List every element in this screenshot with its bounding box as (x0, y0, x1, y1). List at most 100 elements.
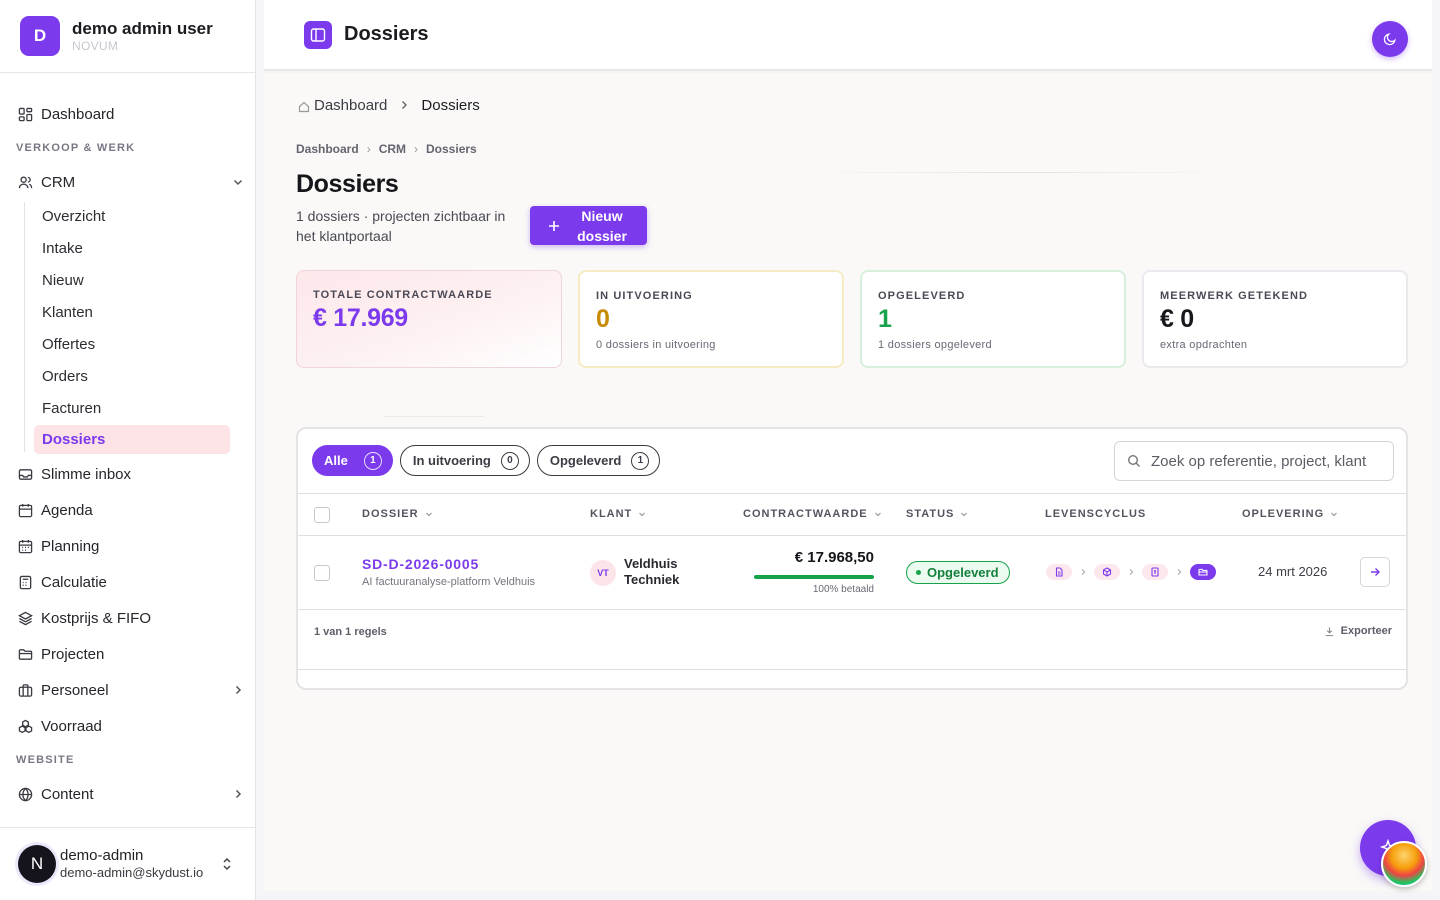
download-icon (1325, 626, 1333, 636)
boxes-icon (17, 718, 33, 734)
kpi-label: IN UITVOERING (596, 290, 693, 302)
breadcrumb-dashboard-link[interactable]: Dashboard (296, 142, 359, 156)
secondary-breadcrumb: Dashboard › CRM › Dossiers (296, 142, 477, 156)
top-bar: Dossiers (264, 0, 1432, 71)
sidebar-toggle-button[interactable] (304, 20, 332, 49)
sidebar-item-label: Voorraad (41, 717, 102, 735)
payment-progress-label: 100% betaald (812, 584, 874, 595)
column-header-klant[interactable]: KLANT (590, 508, 646, 520)
plus-icon (549, 220, 559, 231)
sidebar-item-label: Calculatie (41, 573, 107, 591)
sidebar-item-planning[interactable]: Planning (0, 528, 256, 564)
breadcrumb-separator: › (366, 142, 371, 156)
payment-progress-fill (754, 575, 874, 579)
sidebar-item-label: Planning (41, 537, 100, 555)
column-header-status[interactable]: STATUS (906, 508, 968, 520)
sidebar-item-dossiers[interactable]: Dossiers (34, 425, 230, 454)
dossier-reference-link[interactable]: SD-D-2026-0005 (362, 556, 479, 572)
sidebar-item-agenda[interactable]: Agenda (0, 492, 256, 528)
filter-label: Alle (324, 453, 348, 468)
filter-tab-in-progress[interactable]: In uitvoering 0 (399, 445, 530, 476)
folder-open-icon[interactable] (1190, 564, 1216, 580)
sidebar-item-crm[interactable]: CRM (0, 164, 256, 200)
kpi-card-contract-value: TOTALE CONTRACTWAARDE € 17.969 (296, 270, 562, 368)
column-header-dossier[interactable]: DOSSIER (362, 508, 433, 520)
row-count: 1 van 1 regels (314, 626, 387, 638)
sidebar-item-offertes[interactable]: Offertes (0, 328, 256, 360)
sidebar-item-personeel[interactable]: Personeel (0, 672, 256, 708)
column-header-levenscyclus: LEVENSCYCLUS (1045, 508, 1146, 520)
breadcrumb-dashboard-link[interactable]: Dashboard (314, 97, 387, 114)
sidebar-item-dashboard[interactable]: Dashboard (0, 96, 256, 132)
invoice-icon[interactable] (1142, 564, 1168, 580)
sidebar-item-calculatie[interactable]: Calculatie (0, 564, 256, 600)
calendar-icon (17, 502, 33, 518)
status-dot (916, 570, 921, 575)
client-avatar: VT (590, 560, 616, 586)
box-icon[interactable] (1094, 564, 1120, 580)
sidebar-item-voorraad[interactable]: Voorraad (0, 708, 256, 744)
decorative-divider (384, 416, 484, 417)
sidebar-item-intake[interactable]: Intake (0, 232, 256, 264)
page-header-title: Dossiers (344, 23, 429, 45)
sidebar-item-nieuw[interactable]: Nieuw (0, 264, 256, 296)
export-button[interactable]: Exporteer (1324, 625, 1392, 637)
sidebar-item-label: Content (41, 785, 94, 803)
kpi-subtext: 0 dossiers in uitvoering (596, 339, 716, 351)
kpi-card-extra-work: MEERWERK GETEKEND € 0 extra opdrachten (1142, 270, 1408, 368)
user-name: demo-admin (60, 847, 144, 864)
sidebar-item-slimme-inbox[interactable]: Slimme inbox (0, 456, 256, 492)
theme-toggle-button[interactable] (1372, 21, 1408, 57)
decorative-divider (804, 172, 1234, 173)
row-checkbox[interactable] (314, 565, 330, 581)
filter-count-badge: 0 (500, 451, 519, 470)
user-menu[interactable]: N demo-admin demo-admin@skydust.io (0, 827, 256, 900)
sidebar-item-facturen[interactable]: Facturen (0, 392, 256, 424)
client-name: Veldhuis Techniek (624, 556, 680, 587)
breadcrumb-crm-link[interactable]: CRM (379, 142, 406, 156)
org-switcher[interactable]: D demo admin user NOVUM (0, 0, 255, 73)
nav-section-sales: VERKOOP & WERK (16, 142, 136, 154)
search-box (1114, 441, 1394, 481)
sidebar-item-orders[interactable]: Orders (0, 360, 256, 392)
open-dossier-button[interactable] (1360, 557, 1390, 587)
sidebar-item-kostprijs[interactable]: Kostprijs & FIFO (0, 600, 256, 636)
payment-progress-bar (754, 575, 874, 579)
search-icon (1127, 454, 1140, 467)
sidebar-item-klanten[interactable]: Klanten (0, 296, 256, 328)
filter-label: Opgeleverd (549, 453, 622, 468)
sort-chevron-icon (425, 512, 432, 517)
sidebar-item-content[interactable]: Content (0, 776, 256, 812)
breadcrumb-separator: › (414, 142, 419, 156)
nav-section-website: WEBSITE (16, 754, 75, 766)
file-icon[interactable] (1046, 564, 1072, 580)
sort-chevron-icon (1331, 512, 1338, 517)
column-header-oplevering[interactable]: OPLEVERING (1242, 508, 1338, 520)
select-all-checkbox[interactable] (314, 507, 330, 523)
chevron-right-icon (232, 787, 244, 799)
sidebar-item-label: Slimme inbox (41, 465, 132, 483)
kpi-subtext: 1 dossiers opgeleverd (878, 339, 992, 351)
filter-tab-all[interactable]: Alle 1 (312, 445, 393, 476)
chevron-right-icon (1177, 569, 1182, 575)
chevron-down-icon (232, 175, 244, 187)
sort-chevron-icon (639, 512, 646, 517)
column-header-label: KLANT (590, 508, 633, 520)
arrow-right-icon (1371, 568, 1380, 576)
sidebar-item-overzicht[interactable]: Overzicht (0, 200, 256, 232)
assistant-avatar[interactable] (1381, 841, 1427, 887)
sort-chevron-icon (874, 512, 881, 517)
delivery-date: 24 mrt 2026 (1258, 564, 1328, 579)
kpi-value: € 0 (1160, 305, 1194, 333)
briefcase-icon (17, 682, 33, 698)
search-input[interactable] (1151, 452, 1381, 470)
kpi-value: € 17.969 (313, 304, 408, 332)
column-header-contractwaarde[interactable]: CONTRACTWAARDE (743, 508, 882, 520)
column-header-label: CONTRACTWAARDE (743, 508, 868, 520)
status-label: Opgeleverd (927, 565, 999, 580)
sidebar-item-projecten[interactable]: Projecten (0, 636, 256, 672)
table-row[interactable]: SD-D-2026-0005 AI factuuranalyse-platfor… (298, 536, 1406, 610)
dossiers-table-panel: Alle 1 In uitvoering 0 Opgeleverd 1 DOSS… (296, 427, 1408, 690)
filter-tab-delivered[interactable]: Opgeleverd 1 (536, 445, 661, 476)
new-dossier-button[interactable]: Nieuw dossier (530, 206, 647, 245)
